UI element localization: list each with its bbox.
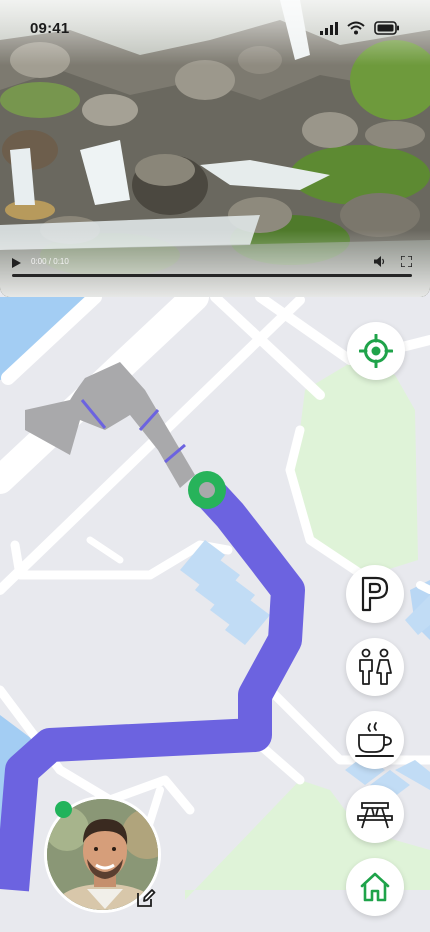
battery-icon [374,21,399,35]
video-progress-bar[interactable] [12,274,412,277]
locate-me-button[interactable] [347,322,405,380]
home-icon [360,872,390,902]
online-status-dot [55,801,72,818]
wifi-icon [347,21,365,35]
fullscreen-icon[interactable] [401,256,412,267]
cafe-button[interactable] [346,711,404,769]
cellular-signal-icon [320,21,338,35]
home-button[interactable] [346,858,404,916]
edit-icon[interactable] [135,887,157,909]
screen: 09:41 0:00 / 0:10 [0,0,430,932]
play-icon[interactable] [12,258,21,268]
video-controls: 0:00 / 0:10 [0,250,430,280]
coffee-cup-icon [355,722,394,757]
parking-icon [361,576,389,612]
status-bar: 09:41 [0,0,430,56]
picnic-button[interactable] [346,785,404,843]
restroom-icon [359,648,392,685]
crosshair-icon [359,334,393,368]
volume-icon[interactable] [374,256,386,267]
restrooms-button[interactable] [346,638,404,696]
status-time: 09:41 [30,19,70,37]
parking-button[interactable] [346,565,404,623]
video-player[interactable]: 09:41 0:00 / 0:10 [0,0,430,297]
picnic-table-icon [357,802,393,829]
video-time: 0:00 / 0:10 [31,257,69,266]
